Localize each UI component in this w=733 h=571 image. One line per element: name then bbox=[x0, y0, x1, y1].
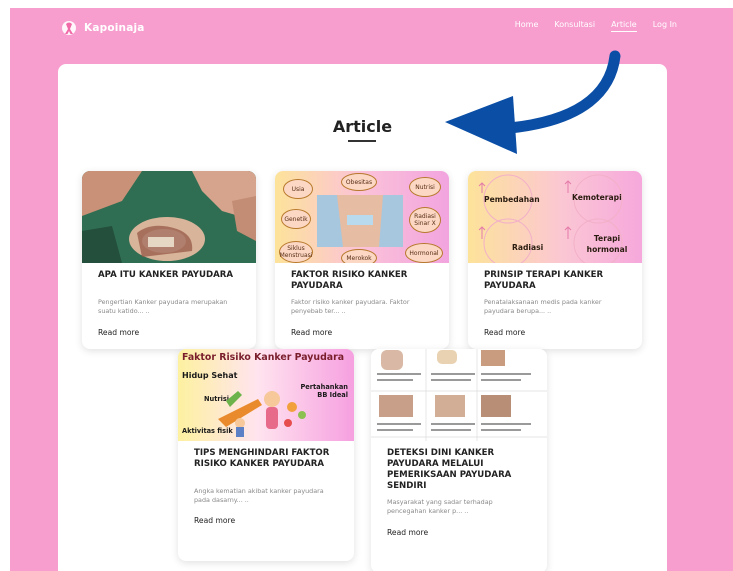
self-exam-grid bbox=[371, 349, 547, 441]
article-card[interactable]: Pembedahan Kemoterapi Radiasi Terapi hor… bbox=[468, 171, 642, 349]
annotation-arrow-icon bbox=[445, 50, 621, 154]
card-description: Masyarakat yang sadar terhadap pencegaha… bbox=[387, 498, 493, 515]
tips-illustration bbox=[218, 391, 306, 437]
card-image bbox=[371, 349, 547, 441]
card-image bbox=[82, 171, 256, 263]
card-image: Usia Obesitas Nutrisi Genetik Radiasi Si… bbox=[275, 171, 449, 263]
wound-photo bbox=[82, 171, 256, 263]
read-more-link[interactable]: Read more bbox=[98, 328, 139, 337]
browser-screen: Kapoinaja Home Konsultasi Article Log In… bbox=[10, 8, 733, 571]
card-title: DETEKSI DINI KANKER PAYUDARA MELALUI PEM… bbox=[387, 448, 512, 491]
read-more-link[interactable]: Read more bbox=[291, 328, 332, 337]
risk-oval-radiasi: Radiasi Sinar X bbox=[409, 207, 441, 233]
card-image: Pembedahan Kemoterapi Radiasi Terapi hor… bbox=[468, 171, 642, 263]
therapy-label-hormonal: Terapi hormonal bbox=[586, 234, 628, 254]
therapy-label-kemoterapi: Kemoterapi bbox=[572, 193, 622, 202]
card-title: TIPS MENGHINDARI FAKTOR RISIKO KANKER PA… bbox=[194, 448, 330, 469]
therapy-label-radiasi: Radiasi bbox=[512, 243, 544, 252]
brand[interactable]: Kapoinaja bbox=[58, 18, 145, 38]
read-more-link[interactable]: Read more bbox=[387, 528, 428, 537]
card-description: Pengertian Kanker payudara merupakan sua… bbox=[98, 298, 228, 315]
article-card[interactable]: Faktor Risiko Kanker Payudara Hidup Seha… bbox=[178, 349, 354, 561]
navbar: Kapoinaja Home Konsultasi Article Log In bbox=[10, 8, 733, 46]
nav-article[interactable]: Article bbox=[611, 20, 637, 32]
nav-login[interactable]: Log In bbox=[653, 20, 677, 32]
tips-image-title: Faktor Risiko Kanker Payudara bbox=[182, 352, 345, 363]
article-card[interactable]: Usia Obesitas Nutrisi Genetik Radiasi Si… bbox=[275, 171, 449, 349]
therapy-label-pembedahan: Pembedahan bbox=[484, 195, 540, 204]
card-description: Angka kematian akibat kanker payudara pa… bbox=[194, 487, 324, 504]
card-description: Penatalaksanaan medis pada kanker payuda… bbox=[484, 298, 602, 315]
risk-oval-usia: Usia bbox=[283, 179, 313, 199]
risk-oval-genetik: Genetik bbox=[281, 209, 311, 229]
article-card[interactable]: APA ITU KANKER PAYUDARA Pengertian Kanke… bbox=[82, 171, 256, 349]
title-underline bbox=[348, 140, 376, 142]
risk-oval-siklus: Siklus Menstruasi bbox=[279, 241, 313, 263]
card-description: Faktor risiko kanker payudara. Faktor pe… bbox=[291, 298, 410, 315]
card-title: FAKTOR RISIKO KANKER PAYUDARA bbox=[291, 270, 408, 291]
card-title: APA ITU KANKER PAYUDARA bbox=[98, 270, 234, 280]
nav-konsultasi[interactable]: Konsultasi bbox=[554, 20, 595, 32]
brand-name: Kapoinaja bbox=[84, 22, 145, 34]
risk-oval-obesitas: Obesitas bbox=[341, 173, 377, 191]
nav-home[interactable]: Home bbox=[515, 20, 539, 32]
nav-links: Home Konsultasi Article Log In bbox=[499, 20, 677, 32]
read-more-link[interactable]: Read more bbox=[484, 328, 525, 337]
risk-oval-hormonal: Hormonal bbox=[405, 243, 443, 263]
article-card[interactable]: DETEKSI DINI KANKER PAYUDARA MELALUI PEM… bbox=[371, 349, 547, 571]
card-title: PRINSIP TERAPI KANKER PAYUDARA bbox=[484, 270, 604, 291]
card-image: Faktor Risiko Kanker Payudara Hidup Seha… bbox=[178, 349, 354, 441]
ribbon-logo-icon bbox=[62, 21, 76, 35]
read-more-link[interactable]: Read more bbox=[194, 516, 235, 525]
risk-oval-merokok: Merokok bbox=[341, 249, 377, 263]
risk-oval-nutrisi: Nutrisi bbox=[409, 177, 441, 197]
body-photo bbox=[317, 195, 403, 247]
